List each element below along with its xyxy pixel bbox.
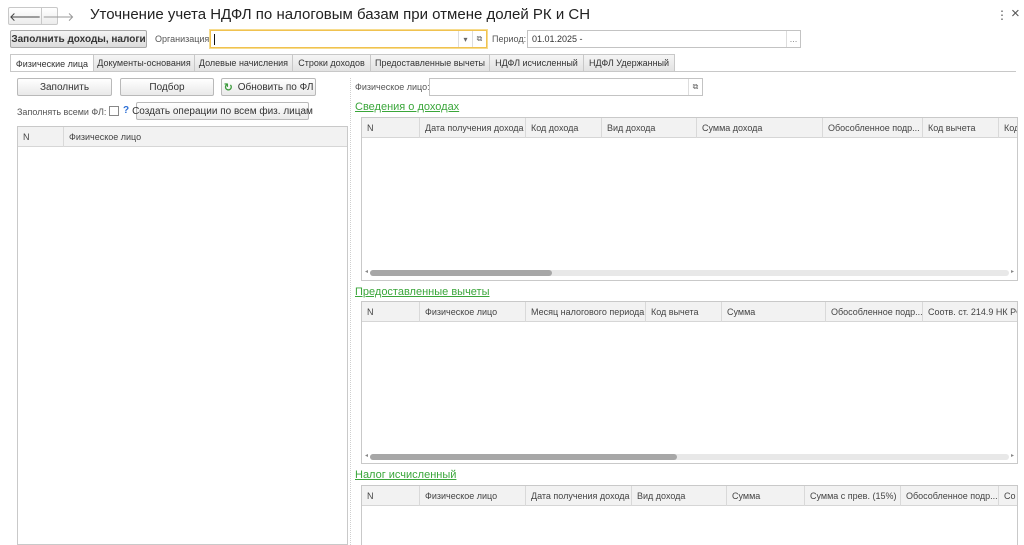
calculated-tax-table[interactable]: N Физическое лицо Дата получения дохода … bbox=[361, 485, 1018, 545]
help-icon[interactable]: ? bbox=[123, 105, 129, 116]
column-header[interactable]: Месяц налогового периода bbox=[526, 302, 646, 322]
tab-ndfl-calculated[interactable]: НДФЛ исчисленный bbox=[489, 54, 584, 71]
close-button[interactable]: × bbox=[1011, 5, 1020, 22]
panel-splitter[interactable] bbox=[350, 78, 351, 545]
period-select-button[interactable]: … bbox=[786, 31, 800, 47]
fill-incomes-taxes-button[interactable]: Заполнить доходы, налоги bbox=[10, 30, 147, 48]
close-icon: × bbox=[1011, 5, 1020, 22]
tabs-divider bbox=[10, 71, 1016, 72]
scrollbar-thumb[interactable] bbox=[370, 270, 552, 276]
navigation-buttons: 🡐 🡒 bbox=[8, 7, 74, 25]
section-title-deductions[interactable]: Предоставленные вычеты bbox=[355, 286, 490, 298]
section-title-calculated-tax[interactable]: Налог исчисленный bbox=[355, 469, 456, 481]
scroll-left-icon[interactable]: ◂ bbox=[365, 452, 368, 459]
back-button[interactable]: 🡐 bbox=[9, 8, 41, 24]
column-header[interactable]: N bbox=[362, 486, 420, 506]
table-header: N Дата получения дохода Код дохода Вид д… bbox=[362, 118, 1017, 138]
tab-source-documents[interactable]: Документы-основания bbox=[93, 54, 195, 71]
column-header[interactable]: Дата получения дохода bbox=[420, 118, 526, 138]
horizontal-scrollbar[interactable] bbox=[370, 454, 1009, 460]
section-title-income[interactable]: Сведения о доходах bbox=[355, 101, 459, 113]
column-header[interactable]: Вид дохода bbox=[602, 118, 697, 138]
column-header[interactable]: Код bbox=[999, 118, 1017, 138]
more-menu-button[interactable]: ⋮ bbox=[996, 8, 1008, 22]
column-header[interactable]: Сумма bbox=[722, 302, 826, 322]
table-header: N Физическое лицо Месяц налогового перио… bbox=[362, 302, 1017, 322]
column-header[interactable]: N bbox=[362, 302, 420, 322]
column-header[interactable]: Вид дохода bbox=[632, 486, 727, 506]
tab-individuals[interactable]: Физические лица bbox=[10, 54, 94, 72]
fill-button[interactable]: Заполнить bbox=[17, 78, 112, 96]
person-label: Физическое лицо: bbox=[355, 82, 430, 92]
column-header[interactable]: Физическое лицо bbox=[64, 127, 347, 147]
fill-all-label: Заполнять всеми ФЛ: bbox=[17, 107, 107, 117]
column-header[interactable]: Код вычета bbox=[923, 118, 999, 138]
column-header[interactable]: Код вычета bbox=[646, 302, 722, 322]
scrollbar-thumb[interactable] bbox=[370, 454, 677, 460]
column-header[interactable]: Со bbox=[999, 486, 1017, 506]
refresh-by-person-button[interactable]: ↻ Обновить по ФЛ bbox=[221, 78, 316, 96]
tab-bar: Физические лица Документы-основания Доле… bbox=[10, 54, 675, 72]
period-label: Период: bbox=[492, 34, 527, 44]
column-header[interactable]: Сумма с прев. (15%) bbox=[805, 486, 901, 506]
column-header[interactable]: Соотв. ст. 214.9 НК РФ bbox=[923, 302, 1017, 322]
text-caret bbox=[214, 34, 215, 45]
column-header[interactable]: Физическое лицо bbox=[420, 302, 526, 322]
period-value: 01.01.2025 - bbox=[532, 34, 583, 44]
scroll-right-icon[interactable]: ▸ bbox=[1011, 268, 1014, 275]
tab-share-accruals[interactable]: Долевые начисления bbox=[194, 54, 293, 71]
dropdown-arrow-icon[interactable]: ▾ bbox=[458, 31, 472, 47]
open-link-icon[interactable]: ⧉ bbox=[472, 31, 486, 47]
column-header[interactable]: Сумма bbox=[727, 486, 805, 506]
column-header[interactable]: Дата получения дохода bbox=[526, 486, 632, 506]
horizontal-scrollbar[interactable] bbox=[370, 270, 1009, 276]
tab-income-lines[interactable]: Строки доходов bbox=[292, 54, 371, 71]
income-table[interactable]: N Дата получения дохода Код дохода Вид д… bbox=[361, 117, 1018, 281]
table-header: N Физическое лицо Дата получения дохода … bbox=[362, 486, 1017, 506]
forward-button[interactable]: 🡒 bbox=[41, 8, 74, 24]
column-header[interactable]: N bbox=[362, 118, 420, 138]
tab-deductions[interactable]: Предоставленные вычеты bbox=[370, 54, 490, 71]
scroll-right-icon[interactable]: ▸ bbox=[1011, 452, 1014, 459]
refresh-icon: ↻ bbox=[223, 81, 233, 94]
scroll-left-icon[interactable]: ◂ bbox=[365, 268, 368, 275]
table-header: N Физическое лицо bbox=[18, 127, 347, 147]
column-header[interactable]: Код дохода bbox=[526, 118, 602, 138]
person-field[interactable]: ⧉ bbox=[429, 78, 703, 96]
period-field[interactable]: 01.01.2025 - … bbox=[527, 30, 801, 48]
column-header[interactable]: Обособленное подр... bbox=[826, 302, 923, 322]
select-button[interactable]: Подбор bbox=[120, 78, 214, 96]
column-header[interactable]: N bbox=[18, 127, 64, 147]
organization-label: Организация: bbox=[155, 34, 212, 44]
column-header[interactable]: Обособленное подр... bbox=[901, 486, 999, 506]
column-header[interactable]: Обособленное подр... bbox=[823, 118, 923, 138]
open-link-icon[interactable]: ⧉ bbox=[688, 79, 702, 95]
arrow-right-icon: 🡒 bbox=[42, 9, 75, 24]
page-title: Уточнение учета НДФЛ по налоговым базам … bbox=[90, 6, 591, 23]
column-header[interactable]: Физическое лицо bbox=[420, 486, 526, 506]
individuals-table[interactable]: N Физическое лицо bbox=[17, 126, 348, 545]
tab-ndfl-withheld[interactable]: НДФЛ Удержанный bbox=[583, 54, 675, 71]
deductions-table[interactable]: N Физическое лицо Месяц налогового перио… bbox=[361, 301, 1018, 464]
arrow-left-icon: 🡐 bbox=[9, 9, 42, 24]
more-vertical-icon: ⋮ bbox=[996, 8, 1008, 22]
fill-all-checkbox[interactable] bbox=[109, 106, 119, 116]
column-header[interactable]: Сумма дохода bbox=[697, 118, 823, 138]
organization-field[interactable]: ▾ ⧉ bbox=[210, 30, 487, 48]
create-operations-button[interactable]: Создать операции по всем физ. лицам bbox=[132, 102, 313, 120]
